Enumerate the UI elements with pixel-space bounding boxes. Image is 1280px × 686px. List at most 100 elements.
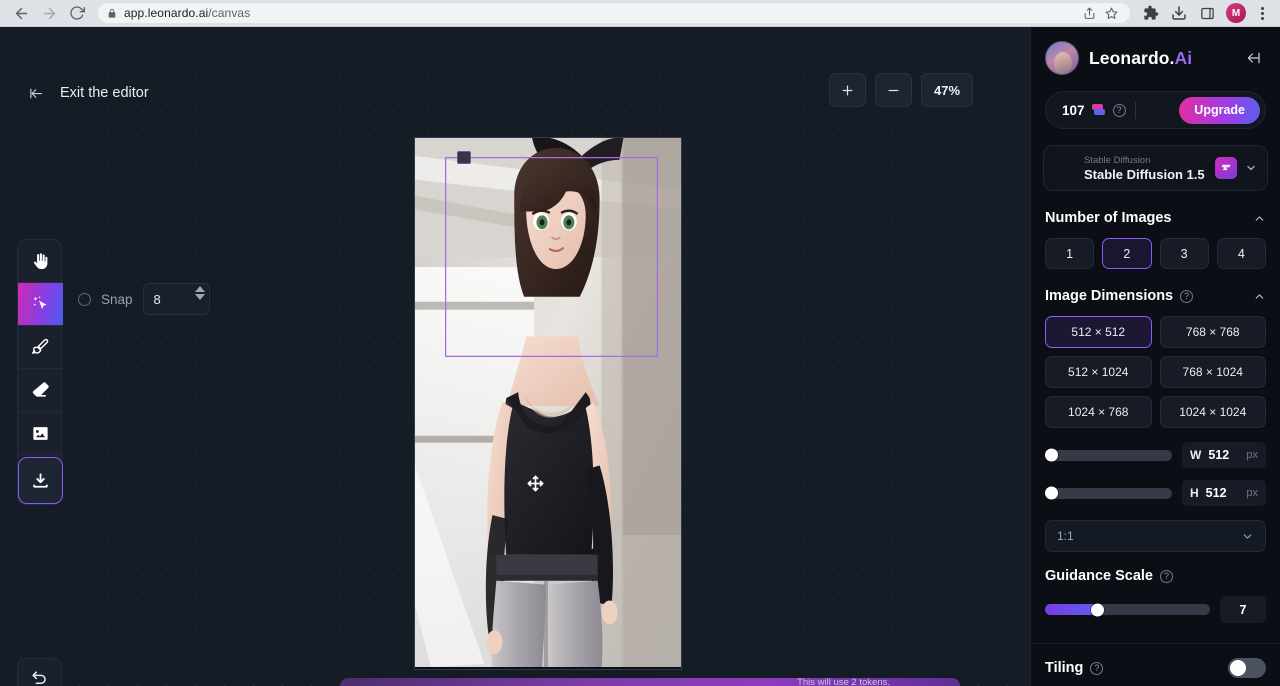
tiling-title: Tiling [1045,660,1083,676]
tiling-row: Tiling ? [1031,643,1280,678]
downloads-icon[interactable] [1166,2,1192,24]
forward-button[interactable] [36,2,62,24]
download-tool[interactable] [18,457,63,504]
exit-editor-button[interactable]: Exit the editor [26,85,149,101]
share-icon[interactable] [1079,4,1099,22]
profile-avatar[interactable]: M [1226,3,1246,23]
aspect-ratio-select[interactable]: 1:1 [1045,520,1266,552]
snap-value: 8 [154,292,161,307]
model-selector[interactable]: Stable Diffusion Stable Diffusion 1.5 [1043,145,1268,191]
snap-toggle[interactable] [78,293,91,306]
snap-value-input[interactable]: 8 [143,283,210,315]
snap-control-group: Snap 8 [78,283,210,315]
num-images-option-4[interactable]: 4 [1217,238,1266,269]
zoom-in-button[interactable] [829,73,866,107]
back-button[interactable] [8,2,34,24]
num-images-option-3[interactable]: 3 [1160,238,1209,269]
width-slider-knob[interactable] [1045,449,1058,462]
chevron-up-icon[interactable] [1253,290,1266,303]
undo-button[interactable] [17,658,62,686]
image-icon [31,424,50,443]
num-images-option-1[interactable]: 1 [1045,238,1094,269]
snap-stepper-down[interactable] [195,294,205,300]
undo-arrow-icon [30,669,49,686]
zoom-out-button[interactable] [875,73,912,107]
width-slider[interactable] [1045,450,1172,461]
image-dimensions-options: 512 × 512 768 × 768 512 × 1024 768 × 102… [1031,316,1280,428]
credits-bar: 107 ? Upgrade [1045,91,1266,129]
guidance-slider-fill [1045,604,1096,615]
chevron-up-icon[interactable] [1253,212,1266,225]
generated-image [415,138,681,667]
image-dimensions-header[interactable]: Image Dimensions ? [1031,288,1280,304]
zoom-level-display[interactable]: 47% [921,73,973,107]
guidance-scale-title: Guidance Scale [1045,568,1153,584]
guidance-scale-row: 7 [1031,596,1280,623]
model-thumbnail [1058,153,1076,183]
hand-icon [31,252,50,271]
dimension-option-768x1024[interactable]: 768 × 1024 [1160,356,1267,388]
magic-wand-cursor-icon [31,294,51,314]
credits-divider [1135,102,1136,119]
extensions-puzzle-icon[interactable] [1138,2,1164,24]
magic-select-tool[interactable] [18,283,63,326]
bookmark-star-icon[interactable] [1101,4,1121,22]
height-slider[interactable] [1045,488,1172,499]
paint-brush-icon [31,337,51,357]
width-row: W 512 px [1031,442,1280,468]
number-of-images-header[interactable]: Number of Images [1031,210,1280,226]
model-name: Stable Diffusion 1.5 [1084,167,1207,182]
number-of-images-options: 1 2 3 4 [1031,238,1280,269]
user-avatar[interactable] [1045,41,1079,75]
num-images-option-2[interactable]: 2 [1102,238,1151,269]
tiling-toggle[interactable] [1228,658,1266,678]
selection-handle-badge[interactable] [457,151,471,164]
eraser-tool[interactable] [18,369,63,412]
chevron-down-icon[interactable] [1241,530,1254,543]
height-key: H [1190,486,1199,500]
guidance-scale-help-icon[interactable]: ? [1160,570,1173,583]
leonardo-app: Exit the editor 47% [0,27,1280,686]
width-unit: px [1246,449,1258,461]
snap-stepper[interactable] [195,286,205,300]
dimension-option-512x1024[interactable]: 512 × 1024 [1045,356,1152,388]
guidance-slider-knob[interactable] [1091,603,1104,616]
generated-image-frame[interactable] [414,137,682,670]
height-field[interactable]: H 512 px [1182,480,1266,506]
dimension-option-512x512[interactable]: 512 × 512 [1045,316,1152,348]
height-slider-knob[interactable] [1045,487,1058,500]
hand-tool[interactable] [18,240,63,283]
model-chevron-down-icon[interactable] [1245,162,1257,174]
reload-button[interactable] [64,2,90,24]
upgrade-button[interactable]: Upgrade [1179,97,1260,124]
address-bar[interactable]: app.leonardo.ai/canvas [98,3,1130,23]
dimension-option-1024x768[interactable]: 1024 × 768 [1045,396,1152,428]
guidance-scale-slider[interactable] [1045,604,1210,615]
zoom-controls: 47% [829,73,973,107]
snap-stepper-up[interactable] [195,286,205,292]
dimension-option-768x768[interactable]: 768 × 768 [1160,316,1267,348]
image-dimensions-help-icon[interactable]: ? [1180,290,1193,303]
lock-icon [107,8,117,19]
width-value: 512 [1208,448,1229,462]
token-coin-icon [1092,104,1106,116]
guidance-scale-value[interactable]: 7 [1220,596,1266,623]
brand-name: Leonardo. [1089,48,1175,68]
collapse-panel-icon[interactable] [1242,50,1266,66]
upload-image-tool[interactable] [18,412,63,455]
height-value: 512 [1206,486,1227,500]
height-row: H 512 px [1031,480,1280,506]
dimension-option-1024x1024[interactable]: 1024 × 1024 [1160,396,1267,428]
tool-rail [17,239,62,505]
snap-label: Snap [101,292,133,307]
width-key: W [1190,448,1201,462]
tiling-help-icon[interactable]: ? [1090,662,1103,675]
canvas-workspace[interactable]: Exit the editor 47% [0,27,1030,686]
credits-help-icon[interactable]: ? [1113,104,1126,117]
width-field[interactable]: W 512 px [1182,442,1266,468]
image-dimensions-title: Image Dimensions [1045,288,1173,304]
side-panel-icon[interactable] [1194,2,1220,24]
paint-tool[interactable] [18,326,63,369]
browser-menu-button[interactable] [1252,2,1272,24]
height-unit: px [1246,487,1258,499]
